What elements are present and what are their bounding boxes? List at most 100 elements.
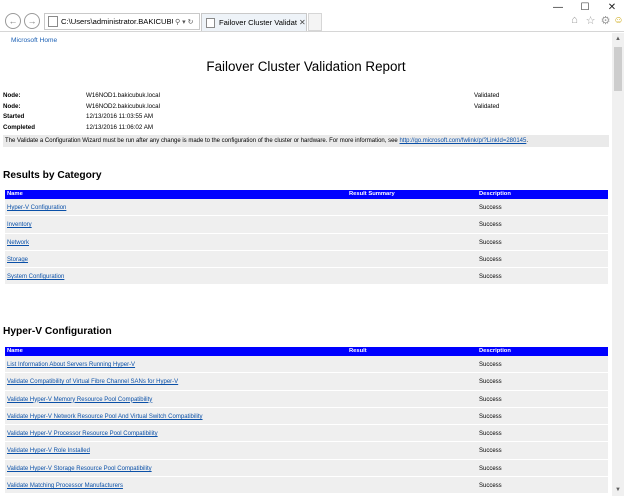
microsoft-home-link[interactable]: Microsoft Home — [11, 37, 57, 44]
info-row: Node: W16NOD2.bakicubuk.local Validated — [3, 102, 609, 113]
category-link-system-configuration[interactable]: System Configuration — [7, 274, 64, 280]
page-icon — [48, 16, 58, 27]
tab-close-icon[interactable]: ✕ — [299, 18, 306, 27]
note-text: The Validate a Configuration Wizard must… — [5, 138, 400, 144]
address-input[interactable] — [61, 14, 173, 29]
refresh-icon[interactable]: ↻ — [188, 18, 194, 26]
row-description: Success — [479, 239, 502, 246]
column-header-result-summary: Result Summary — [349, 191, 395, 197]
address-bar[interactable]: ⚲ ▾ ↻ — [44, 13, 200, 30]
test-link[interactable]: Validate Matching Processor Manufacturer… — [7, 483, 123, 489]
info-row: Node: W16NOD1.bakicubuk.local Validated — [3, 91, 609, 102]
scrollbar-thumb[interactable] — [614, 47, 622, 91]
row-description: Success — [479, 256, 502, 263]
row-description: Success — [479, 222, 502, 229]
info-value: W16NOD1.bakicubuk.local — [86, 92, 160, 99]
scroll-up-icon[interactable]: ▲ — [612, 33, 624, 45]
browser-chrome: — ☐ ✕ ← → ⚲ ▾ ↻ Failover Cluster Validat… — [0, 0, 624, 32]
table-row: Storage Success — [5, 250, 608, 269]
validation-note: The Validate a Configuration Wizard must… — [3, 135, 609, 147]
scroll-down-icon[interactable]: ▼ — [612, 484, 624, 496]
category-link-network[interactable]: Network — [7, 240, 29, 246]
star-icon[interactable]: ☆ — [584, 13, 597, 27]
test-link[interactable]: Validate Hyper-V Network Resource Pool A… — [7, 414, 203, 420]
chevron-down-icon[interactable]: ▾ — [182, 18, 186, 26]
table-row: List Information About Servers Running H… — [5, 356, 608, 374]
table-row: Validate Hyper-V Storage Resource Pool C… — [5, 459, 608, 478]
category-link-hyper-v-configuration[interactable]: Hyper-V Configuration — [7, 205, 66, 211]
table-row: Validate Hyper-V Role Installed Success — [5, 442, 608, 460]
tab-title: Failover Cluster Validation R... — [219, 18, 297, 27]
test-link[interactable]: Validate Hyper-V Memory Resource Pool Co… — [7, 397, 152, 403]
test-link[interactable]: List Information About Servers Running H… — [7, 362, 135, 368]
info-row: Started 12/13/2016 11:03:55 AM — [3, 112, 609, 123]
test-link[interactable]: Validate Hyper-V Processor Resource Pool… — [7, 431, 158, 437]
table-row: Validate Hyper-V Network Resource Pool A… — [5, 407, 608, 426]
table-row: Validate Matching Processor Manufacturer… — [5, 477, 608, 495]
table-header: Name Result Description — [5, 347, 608, 356]
info-status: Validated — [474, 92, 500, 99]
row-description: Success — [479, 362, 502, 368]
test-link[interactable]: Validate Hyper-V Storage Resource Pool C… — [7, 466, 152, 472]
info-label: Started — [3, 113, 25, 121]
test-link[interactable]: Validate Compatibility of Virtual Fibre … — [7, 379, 178, 385]
category-link-storage[interactable]: Storage — [7, 257, 28, 263]
row-description: Success — [479, 396, 502, 403]
column-header-name: Name — [7, 191, 23, 197]
report-info: Node: W16NOD1.bakicubuk.local Validated … — [3, 91, 609, 133]
minimize-button[interactable]: — — [545, 0, 571, 14]
results-by-category-heading: Results by Category — [3, 170, 102, 181]
test-link[interactable]: Validate Hyper-V Role Installed — [7, 448, 90, 454]
hyper-v-configuration-table: Name Result Description List Information… — [5, 347, 608, 495]
table-row: Hyper-V Configuration Success — [5, 199, 608, 217]
vertical-scrollbar[interactable]: ▲ ▼ — [612, 33, 624, 496]
row-description: Success — [479, 379, 502, 386]
new-tab-button[interactable] — [308, 13, 322, 31]
table-row: Network Success — [5, 233, 608, 251]
page-title: Failover Cluster Validation Report — [206, 59, 406, 74]
back-button[interactable]: ← — [5, 13, 21, 29]
table-row: Inventory Success — [5, 216, 608, 234]
info-value: W16NOD2.bakicubuk.local — [86, 102, 160, 110]
table-row: Validate Compatibility of Virtual Fibre … — [5, 373, 608, 391]
table-row: System Configuration Success — [5, 268, 608, 286]
note-end: . — [526, 138, 529, 144]
table-row: Validate Hyper-V Processor Resource Pool… — [5, 425, 608, 443]
search-icon[interactable]: ⚲ — [175, 18, 180, 26]
row-description: Success — [479, 483, 502, 490]
info-label: Node: — [3, 92, 21, 99]
smiley-icon[interactable]: ☺ — [612, 13, 624, 27]
column-header-description: Description — [479, 191, 511, 197]
info-label: Node: — [3, 102, 21, 110]
page-content: Microsoft Home Failover Cluster Validati… — [0, 33, 612, 496]
column-header-result: Result — [349, 348, 367, 354]
table-header: Name Result Summary Description — [5, 190, 608, 199]
forward-arrow-icon: → — [27, 16, 37, 26]
row-description: Success — [479, 448, 502, 455]
info-row: Completed 12/13/2016 11:06:02 AM — [3, 123, 609, 134]
info-value: 12/13/2016 11:03:55 AM — [86, 113, 153, 121]
tab-validation-report[interactable]: Failover Cluster Validation R... ✕ — [201, 13, 307, 31]
column-header-name: Name — [7, 348, 23, 354]
gear-icon[interactable]: ⚙ — [599, 13, 612, 27]
close-window-button[interactable]: ✕ — [599, 0, 624, 14]
tab-page-icon — [206, 17, 215, 28]
forward-button[interactable]: → — [24, 13, 40, 29]
info-value: 12/13/2016 11:06:02 AM — [86, 123, 153, 131]
hyper-v-configuration-heading: Hyper-V Configuration — [3, 326, 112, 337]
row-description: Success — [479, 274, 502, 281]
home-icon[interactable]: ⌂ — [568, 13, 581, 27]
maximize-button[interactable]: ☐ — [572, 0, 598, 14]
back-arrow-icon: ← — [8, 16, 18, 26]
row-description: Success — [479, 431, 502, 438]
info-status: Validated — [474, 102, 500, 110]
category-link-inventory[interactable]: Inventory — [7, 222, 32, 228]
info-label: Completed — [3, 123, 35, 131]
column-header-description: Description — [479, 348, 511, 354]
table-row: Validate Hyper-V Memory Resource Pool Co… — [5, 390, 608, 408]
more-info-link[interactable]: http://go.microsoft.com/fwlink/p/?LinkId… — [399, 138, 526, 144]
row-description: Success — [479, 205, 502, 211]
results-by-category-table: Name Result Summary Description Hyper-V … — [5, 190, 608, 286]
row-description: Success — [479, 413, 502, 420]
row-description: Success — [479, 465, 502, 472]
